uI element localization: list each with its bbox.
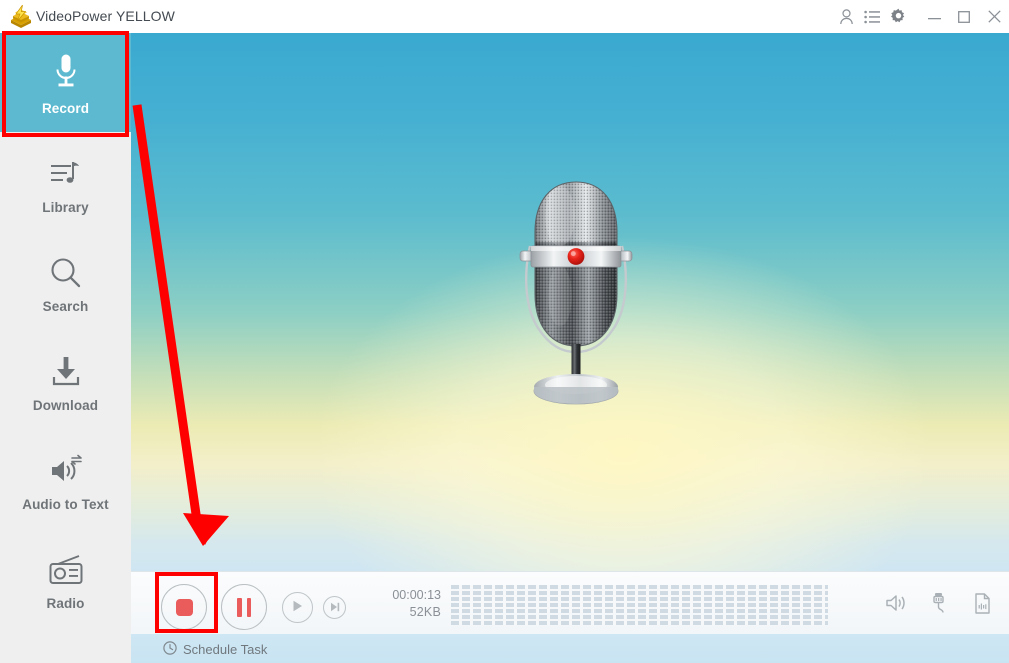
- sidebar-item-search[interactable]: Search: [0, 231, 131, 330]
- volume-icon[interactable]: [883, 590, 909, 616]
- list-icon[interactable]: [859, 0, 885, 33]
- audio-file-icon[interactable]: [969, 590, 995, 616]
- play-icon: [292, 599, 303, 617]
- schedule-task-button[interactable]: Schedule Task: [163, 640, 268, 658]
- title-bar: VideoPower YELLOW: [0, 0, 1009, 33]
- sidebar-item-audio-to-text[interactable]: Audio to Text: [0, 429, 131, 528]
- transport-controls: 00:00:13 52KB: [131, 572, 1009, 634]
- next-track-icon: [330, 599, 340, 617]
- sidebar: Record Library Search Download Audio to …: [0, 33, 131, 663]
- next-button[interactable]: [323, 596, 346, 619]
- schedule-task-label: Schedule Task: [183, 641, 268, 657]
- window-controls: [833, 0, 1009, 33]
- account-icon[interactable]: [833, 0, 859, 33]
- file-size: 52KB: [409, 605, 441, 619]
- main-stage: 00:00:13 52KB Schedule Task: [131, 33, 1009, 663]
- pause-button[interactable]: [221, 584, 267, 630]
- transport-bar: 00:00:13 52KB Schedule Task: [131, 571, 1009, 663]
- window-title: VideoPower YELLOW: [36, 8, 175, 24]
- microphone-artwork: [131, 33, 1009, 571]
- music-list-icon: [49, 149, 83, 191]
- sidebar-item-label: Radio: [46, 595, 85, 611]
- audio-to-text-icon: [48, 446, 84, 488]
- output-options: [883, 590, 995, 616]
- clock-icon: [163, 640, 177, 658]
- application-window: VideoPower YELLOW Record Library Search …: [0, 0, 1009, 663]
- sidebar-item-download[interactable]: Download: [0, 330, 131, 429]
- stop-icon: [175, 598, 193, 616]
- sidebar-item-label: Library: [42, 199, 89, 215]
- audio-jack-icon[interactable]: [926, 590, 952, 616]
- maximize-icon[interactable]: [949, 0, 979, 33]
- audio-level-meter: [451, 585, 828, 625]
- sidebar-item-label: Download: [32, 397, 99, 413]
- sidebar-item-radio[interactable]: Radio: [0, 528, 131, 627]
- controls-spacer: [911, 0, 919, 33]
- download-icon: [49, 347, 83, 389]
- stop-button[interactable]: [161, 584, 207, 630]
- minimize-icon[interactable]: [919, 0, 949, 33]
- sidebar-item-label: Search: [42, 298, 89, 314]
- pause-icon: [237, 597, 251, 617]
- schedule-bar: Schedule Task: [131, 634, 1009, 663]
- microphone-icon: [51, 50, 81, 92]
- sidebar-item-library[interactable]: Library: [0, 132, 131, 231]
- radio-icon: [48, 545, 84, 587]
- sidebar-item-label: Audio to Text: [22, 496, 109, 512]
- search-icon: [49, 248, 83, 290]
- recording-readout: 00:00:13 52KB: [381, 587, 441, 621]
- close-icon[interactable]: [979, 0, 1009, 33]
- sidebar-item-label: Record: [41, 100, 90, 116]
- elapsed-time: 00:00:13: [392, 588, 441, 602]
- play-button[interactable]: [282, 592, 313, 623]
- sidebar-item-record[interactable]: Record: [0, 33, 131, 132]
- videopower-logo-icon: [8, 4, 34, 28]
- gear-icon[interactable]: [885, 0, 911, 33]
